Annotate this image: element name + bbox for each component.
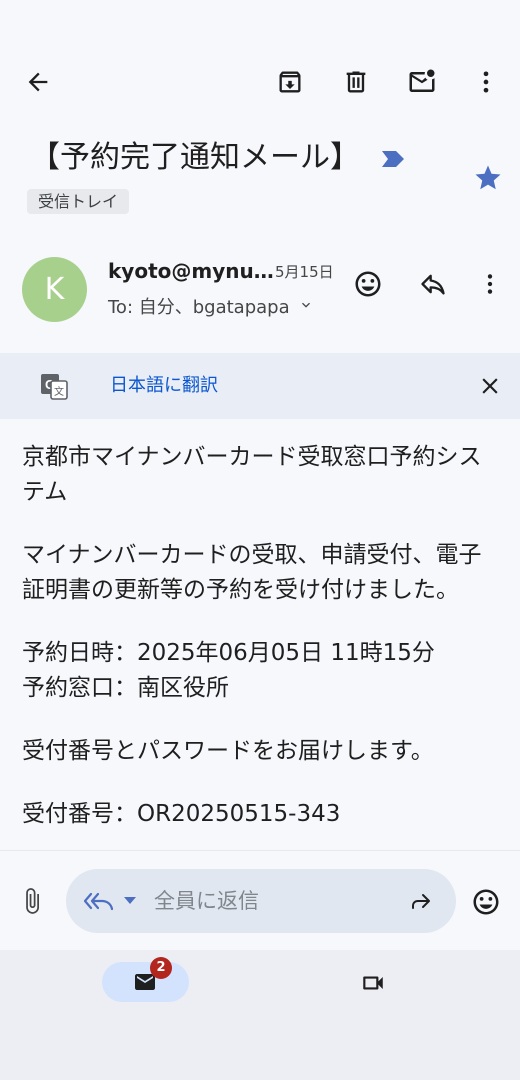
caret-down-icon[interactable] bbox=[120, 893, 140, 909]
emoji-icon[interactable] bbox=[467, 883, 505, 921]
avatar[interactable]: K bbox=[22, 257, 87, 322]
email-subject: 【予約完了通知メール】 bbox=[30, 140, 360, 175]
sender-date: 5月15日 bbox=[275, 263, 334, 281]
body-paragraph: マイナンバーカードの受取、申請受付、電子証明書の更新等の予約を受け付けました。 bbox=[22, 542, 482, 603]
translate-bar: G 文 日本語に翻訳 bbox=[0, 353, 520, 419]
unread-count-badge: 2 bbox=[150, 957, 172, 979]
reply-bar: 全員に返信 bbox=[0, 850, 520, 951]
close-icon[interactable] bbox=[470, 366, 510, 406]
body-line: 予約日時：2025年06月05日 11時15分 bbox=[22, 640, 435, 666]
star-icon[interactable] bbox=[470, 160, 506, 196]
translate-link[interactable]: 日本語に翻訳 bbox=[110, 373, 218, 399]
body-paragraph: 受付番号：OR20250515-343 bbox=[22, 801, 341, 827]
body-paragraph: 受付番号とパスワードをお届けします。 bbox=[22, 738, 434, 764]
nav-mail-tab[interactable] bbox=[102, 962, 189, 1002]
more-options-icon[interactable] bbox=[466, 62, 506, 102]
inbox-label-chip[interactable]: 受信トレイ bbox=[27, 189, 130, 214]
emoji-react-icon[interactable] bbox=[349, 265, 387, 303]
back-arrow-icon[interactable] bbox=[18, 62, 58, 102]
sender-name[interactable]: kyoto@mynu… bbox=[108, 257, 274, 285]
body-paragraph: 京都市マイナンバーカード受取窓口予約システム bbox=[22, 444, 482, 505]
body-line: 予約窓口：南区役所 bbox=[22, 675, 229, 701]
forward-icon[interactable] bbox=[402, 885, 440, 917]
archive-icon[interactable] bbox=[270, 62, 310, 102]
recipients-toggle[interactable]: To: 自分、bgatapapa bbox=[108, 294, 314, 322]
reply-all-field[interactable]: 全員に返信 bbox=[66, 869, 456, 933]
message-more-icon[interactable] bbox=[471, 265, 509, 303]
mark-unread-icon[interactable] bbox=[402, 62, 442, 102]
reply-placeholder: 全員に返信 bbox=[154, 889, 259, 913]
reply-icon[interactable] bbox=[414, 265, 452, 303]
attachment-icon[interactable] bbox=[14, 883, 50, 919]
chevron-down-icon bbox=[298, 294, 314, 322]
meet-video-icon[interactable] bbox=[353, 966, 393, 1000]
bottom-navigation bbox=[0, 950, 520, 1080]
translate-icon: G 文 bbox=[38, 370, 70, 402]
svg-text:文: 文 bbox=[54, 385, 64, 398]
reply-all-icon[interactable] bbox=[82, 887, 116, 915]
importance-label-icon[interactable] bbox=[378, 146, 408, 172]
email-body: 京都市マイナンバーカード受取窓口予約システム マイナンバーカードの受取、申請受付… bbox=[22, 440, 500, 850]
delete-icon[interactable] bbox=[336, 62, 376, 102]
recipients-text: To: 自分、bgatapapa bbox=[108, 297, 290, 318]
